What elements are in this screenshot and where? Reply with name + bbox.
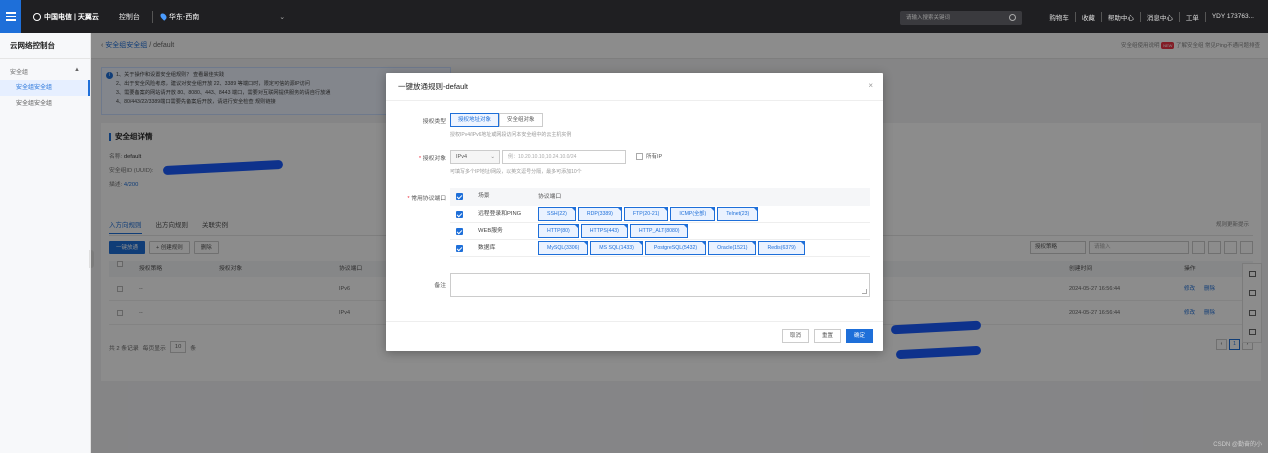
port-tag-postgresql[interactable]: PostgreSQL(5432) [644,241,707,255]
port-tag-ssh[interactable]: SSH(22) [538,207,576,221]
auth-type-switch: 授权地址对象 安全组对象 [450,113,543,127]
chevron-up-icon: ▲ [74,67,80,73]
ports-row-remote: 远程登录和PING SSH(22) RDP(3389) FTP(20-21) I… [450,206,870,223]
all-ip-checkbox[interactable]: 所有IP [636,152,662,160]
region-selector[interactable]: 华东-西南 [151,10,199,23]
ports-row-database: 数据库 MySQL(3306) MS SQL(1433) PostgreSQL(… [450,240,870,257]
nav-group-security[interactable]: 安全组 ▲ [0,59,90,80]
ports-table-header: 场景 协议端口 [450,188,870,206]
port-tag-http-alt[interactable]: HTTP_ALT(8080) [629,224,689,238]
port-tag-mssql[interactable]: MS SQL(1433) [590,241,643,255]
port-tag-telnet[interactable]: Telnet(23) [717,207,759,221]
auth-object-label: * 授权对象 [418,156,446,162]
chevron-down-icon[interactable]: ⌄ [279,13,285,21]
side-nav-title: 云网络控制台 [0,33,90,59]
location-icon [159,12,168,21]
global-search-input[interactable]: 请输入搜索关键词 [900,11,1022,25]
auth-type-group[interactable]: 安全组对象 [499,113,543,127]
top-right-menu: 购物车 收藏 帮助中心 消息中心 工单 YDY 173763... [1043,0,1260,33]
port-tag-oracle[interactable]: Oracle(1521) [708,241,757,255]
ip-hint: 可填写多个IP地址/网段，以英文逗号分隔，最多可添加10个 [450,169,582,175]
ip-version-select[interactable]: IPv4 ⌄ [450,150,500,164]
remark-textarea[interactable] [450,273,870,297]
row-checkbox[interactable] [456,245,463,252]
confirm-button[interactable]: 确定 [845,329,873,343]
search-icon [1009,14,1016,21]
auth-type-address[interactable]: 授权地址对象 [450,113,500,127]
port-tag-rdp[interactable]: RDP(3389) [577,207,622,221]
port-tag-ftp[interactable]: FTP(20-21) [623,207,669,221]
close-icon[interactable]: × [868,82,873,90]
ports-label: * 常用协议端口 [407,196,446,202]
logo-icon [33,12,41,21]
select-all-ports-checkbox[interactable] [456,193,463,200]
top-item-favorite[interactable]: 收藏 [1076,11,1102,22]
row-checkbox[interactable] [456,211,463,218]
remark-label: 备注 [434,283,446,289]
port-tag-icmp[interactable]: ICMP(全部) [670,207,716,221]
sidebar-item-security-group-2[interactable]: 安全组安全组 [0,96,90,112]
menu-icon[interactable] [0,0,21,33]
chevron-down-icon: ⌄ [490,154,495,160]
top-item-cart[interactable]: 购物车 [1043,11,1076,22]
cancel-button[interactable]: 取消 [781,329,809,343]
dialog-footer: 取消 重置 确定 [386,321,883,351]
top-item-messages[interactable]: 消息中心 [1141,11,1180,22]
dialog-title: 一键放通规则-default [386,73,883,101]
top-item-ticket[interactable]: 工单 [1180,11,1206,22]
port-tag-http[interactable]: HTTP(80) [538,224,579,238]
top-item-user[interactable]: YDY 173763... [1206,13,1260,20]
auth-type-label: 授权类型 [422,119,446,125]
console-link[interactable]: 控制台 [119,12,140,22]
ip-address-input[interactable]: 例：10.20.10.10,10.24.10.0/24 [502,150,626,164]
top-bar: 中国电信 | 天翼云 控制台 华东-西南 ⌄ 请输入搜索关键词 购物车 收藏 帮… [0,0,1268,33]
logo[interactable]: 中国电信 | 天翼云 [33,12,99,22]
quick-allow-dialog: 一键放通规则-default × 授权类型 授权地址对象 安全组对象 授权IPv… [386,73,883,351]
ports-row-web: WEB服务 HTTP(80) HTTPS(443) HTTP_ALT(8080) [450,223,870,240]
side-nav: 云网络控制台 安全组 ▲ 安全组安全组 安全组安全组 [0,33,91,453]
port-tag-mysql[interactable]: MySQL(3306) [538,241,589,255]
port-tag-https[interactable]: HTTPS(443) [580,224,629,238]
sidebar-item-security-group[interactable]: 安全组安全组 [0,80,90,96]
ports-table: 场景 协议端口 远程登录和PING SSH(22) RDP(3389) FTP(… [450,188,870,257]
auth-type-hint: 授权IPv4/IPv6地址或网段访问本安全组中的云主机实例 [450,132,572,138]
port-tag-redis[interactable]: Redis(6379) [758,241,805,255]
watermark: CSDN @勤奋的小 [1213,442,1262,448]
row-checkbox[interactable] [456,228,463,235]
reset-button[interactable]: 重置 [813,329,841,343]
top-item-help[interactable]: 帮助中心 [1102,11,1141,22]
